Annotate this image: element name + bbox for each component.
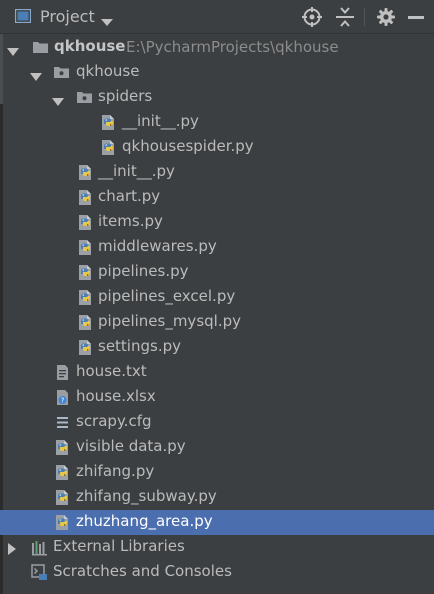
config-file-icon (54, 414, 71, 431)
file-name: visible data.py (76, 437, 186, 455)
file-name: pipelines.py (98, 262, 189, 280)
tree-row-file[interactable]: zhifang.py (0, 460, 434, 485)
file-name: settings.py (98, 337, 181, 355)
root-folder-name: qkhouse (54, 37, 126, 55)
python-file-icon (54, 489, 71, 506)
python-file-icon (54, 464, 71, 481)
file-name: pipelines_excel.py (98, 287, 236, 305)
file-name: zhuzhang_area.py (76, 512, 213, 530)
tree-row-file[interactable]: house.xlsx (0, 385, 434, 410)
python-file-icon (77, 289, 94, 306)
tree-row-root[interactable]: qkhouse E:\PycharmProjects\qkhouse (0, 35, 434, 60)
python-file-icon (77, 189, 94, 206)
tree-row-file[interactable]: qkhousespider.py (0, 135, 434, 160)
root-folder-path: E:\PycharmProjects\qkhouse (126, 38, 339, 56)
project-view-icon[interactable] (14, 8, 32, 24)
file-name: qkhousespider.py (122, 137, 254, 155)
tree-row-file[interactable]: pipelines_excel.py (0, 285, 434, 310)
file-name: pipelines_mysql.py (98, 312, 241, 330)
file-name: __init__.py (122, 112, 199, 130)
project-tool-window-header: Project (0, 0, 434, 34)
collapsed-arrow-icon[interactable] (8, 541, 17, 559)
tree-row-file[interactable]: __init__.py (0, 160, 434, 185)
package-name: qkhouse (76, 62, 140, 80)
expanded-arrow-icon[interactable] (7, 43, 19, 61)
text-file-icon (54, 364, 71, 381)
expanded-arrow-icon[interactable] (52, 93, 64, 111)
expanded-arrow-icon[interactable] (30, 68, 42, 86)
locate-target-icon[interactable] (301, 6, 323, 28)
tree-row-spiders[interactable]: spiders (0, 85, 434, 110)
collapse-all-icon[interactable] (334, 6, 356, 28)
tree-row-file[interactable]: scrapy.cfg (0, 410, 434, 435)
package-folder-icon (53, 64, 70, 81)
file-name: chart.py (98, 187, 161, 205)
python-file-icon (100, 139, 117, 156)
tree-row-file[interactable]: items.py (0, 210, 434, 235)
tree-row-file[interactable]: zhifang_subway.py (0, 485, 434, 510)
scratches-console-icon (31, 564, 48, 581)
tree-row-file[interactable]: pipelines.py (0, 260, 434, 285)
python-file-icon (77, 264, 94, 281)
file-name: __init__.py (98, 162, 175, 180)
file-name: middlewares.py (98, 237, 217, 255)
settings-gear-icon[interactable] (375, 6, 397, 28)
file-name: scrapy.cfg (76, 412, 152, 430)
python-file-icon (77, 239, 94, 256)
tree-row-file[interactable]: __init__.py (0, 110, 434, 135)
unknown-file-icon (54, 389, 71, 406)
tree-row-scratches[interactable]: Scratches and Consoles (0, 560, 434, 585)
tree-row-external-libraries[interactable]: External Libraries (0, 535, 434, 560)
python-file-icon (54, 514, 71, 531)
tree-row-package-qkhouse[interactable]: qkhouse (0, 60, 434, 85)
tree-row-file-selected[interactable]: zhuzhang_area.py (0, 510, 434, 535)
python-file-icon (54, 439, 71, 456)
python-file-icon (77, 164, 94, 181)
library-icon (31, 539, 48, 556)
tree-row-file[interactable]: pipelines_mysql.py (0, 310, 434, 335)
package-folder-icon (76, 89, 93, 106)
python-file-icon (77, 214, 94, 231)
tool-window-title[interactable]: Project (40, 7, 95, 26)
folder-icon (32, 39, 49, 56)
tree-row-file[interactable]: middlewares.py (0, 235, 434, 260)
python-file-icon (100, 114, 117, 131)
tree-row-file[interactable]: house.txt (0, 360, 434, 385)
dropdown-arrow-icon[interactable] (101, 13, 113, 31)
tree-row-file[interactable]: settings.py (0, 335, 434, 360)
tree-row-file[interactable]: visible data.py (0, 435, 434, 460)
toolbar-separator (364, 8, 365, 26)
file-name: house.xlsx (76, 387, 156, 405)
python-file-icon (77, 314, 94, 331)
file-name: zhifang.py (76, 462, 155, 480)
tree-row-file[interactable]: chart.py (0, 185, 434, 210)
python-file-icon (77, 339, 94, 356)
file-name: items.py (98, 212, 163, 230)
spiders-folder-name: spiders (98, 87, 153, 105)
file-name: house.txt (76, 362, 147, 380)
scratches-label: Scratches and Consoles (53, 562, 232, 580)
file-name: zhifang_subway.py (76, 487, 217, 505)
hide-panel-icon[interactable] (405, 6, 427, 28)
external-libraries-label: External Libraries (53, 537, 185, 555)
